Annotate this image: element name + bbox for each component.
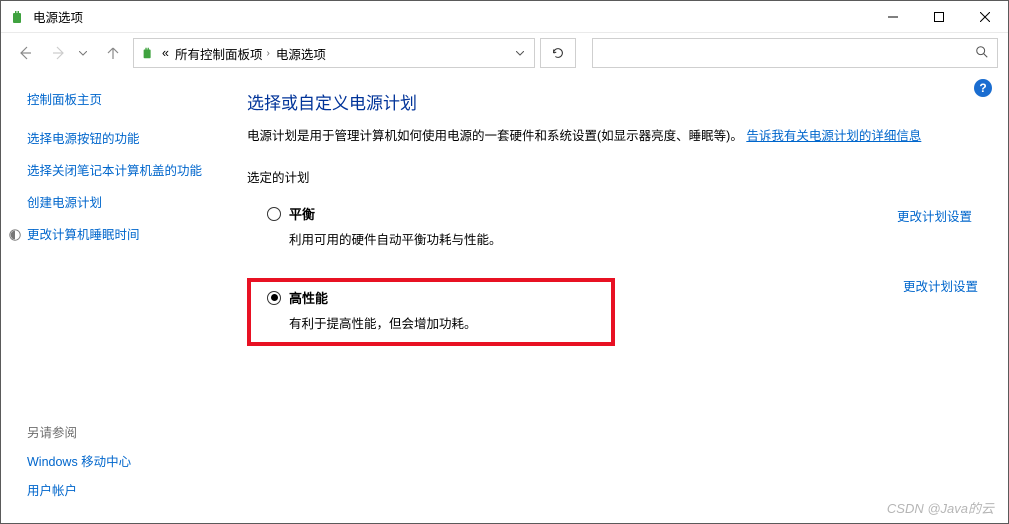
see-also: 另请参阅 Windows 移动中心 用户帐户 [27,422,131,509]
plan-description: 利用可用的硬件自动平衡功耗与性能。 [289,229,889,248]
sidebar-item-label[interactable]: 创建电源计划 [27,194,223,212]
page-title: 选择或自定义电源计划 [247,89,978,114]
search-input[interactable] [601,46,975,60]
sidebar-item[interactable]: 选择电源按钮的功能 [27,130,223,148]
see-also-label: 另请参阅 [27,422,131,441]
back-button[interactable] [11,39,39,67]
breadcrumb-item[interactable]: 电源选项 [276,44,326,63]
radio-balanced[interactable] [267,207,281,221]
sidebar-item[interactable]: 更改计算机睡眠时间 [27,226,223,244]
sleep-icon [7,227,23,243]
sidebar-item-label[interactable]: 更改计算机睡眠时间 [27,226,140,244]
sidebar-item[interactable]: 创建电源计划 [27,194,223,212]
breadcrumb-label: 电源选项 [276,44,326,63]
change-plan-link[interactable]: 更改计划设置 [903,276,978,295]
minimize-button[interactable] [870,1,916,32]
up-button[interactable] [99,39,127,67]
breadcrumb-label: 所有控制面板项 [175,44,263,63]
battery-icon [140,45,156,61]
power-plan-balanced: 平衡 利用可用的硬件自动平衡功耗与性能。 更改计划设置 [247,196,978,258]
plan-name: 平衡 [289,204,315,223]
section-label: 选定的计划 [247,167,978,186]
sidebar-item-label[interactable]: 选择关闭笔记本计算机盖的功能 [27,162,223,180]
history-dropdown[interactable] [79,48,93,59]
radio-high-performance[interactable] [267,291,281,305]
window-title: 电源选项 [33,7,83,26]
maximize-button[interactable] [916,1,962,32]
plan-description: 有利于提高性能，但会增加功耗。 [289,313,597,332]
see-also-link[interactable]: Windows 移动中心 [27,451,131,470]
close-button[interactable] [962,1,1008,32]
power-plan-high-performance-row: 高性能 有利于提高性能，但会增加功耗。 更改计划设置 [247,268,978,346]
change-plan-link[interactable]: 更改计划设置 [897,206,972,225]
titlebar: 电源选项 [1,1,1008,33]
chevron-right-icon: › [266,48,269,59]
power-options-icon [9,8,27,26]
main-panel: ? 选择或自定义电源计划 电源计划是用于管理计算机如何使用电源的一套硬件和系统设… [237,73,1008,523]
description-text: 电源计划是用于管理计算机如何使用电源的一套硬件和系统设置(如显示器亮度、睡眠等)… [247,129,743,143]
forward-button[interactable] [45,39,73,67]
search-icon[interactable] [975,45,989,62]
page-description: 电源计划是用于管理计算机如何使用电源的一套硬件和系统设置(如显示器亮度、睡眠等)… [247,126,978,147]
search-box[interactable] [592,38,998,68]
navbar: « 所有控制面板项 › 电源选项 [1,33,1008,73]
content: 控制面板主页 选择电源按钮的功能 选择关闭笔记本计算机盖的功能 创建电源计划 更… [1,73,1008,523]
see-also-link[interactable]: 用户帐户 [27,480,131,499]
breadcrumb-prefix: « [162,46,169,60]
sidebar-item-label[interactable]: 选择电源按钮的功能 [27,130,223,148]
help-icon[interactable]: ? [974,79,992,97]
sidebar-item[interactable]: 选择关闭笔记本计算机盖的功能 [27,162,223,180]
plan-name: 高性能 [289,288,328,307]
sidebar: 控制面板主页 选择电源按钮的功能 选择关闭笔记本计算机盖的功能 创建电源计划 更… [1,73,237,523]
description-link[interactable]: 告诉我有关电源计划的详细信息 [746,129,921,143]
sidebar-home-link[interactable]: 控制面板主页 [27,89,223,108]
refresh-button[interactable] [540,38,576,68]
breadcrumb-item[interactable]: 所有控制面板项 › [175,44,270,63]
highlight-box: 高性能 有利于提高性能，但会增加功耗。 [247,278,615,346]
address-bar[interactable]: « 所有控制面板项 › 电源选项 [133,38,535,68]
address-dropdown[interactable] [512,48,528,59]
window-controls [870,1,1008,32]
